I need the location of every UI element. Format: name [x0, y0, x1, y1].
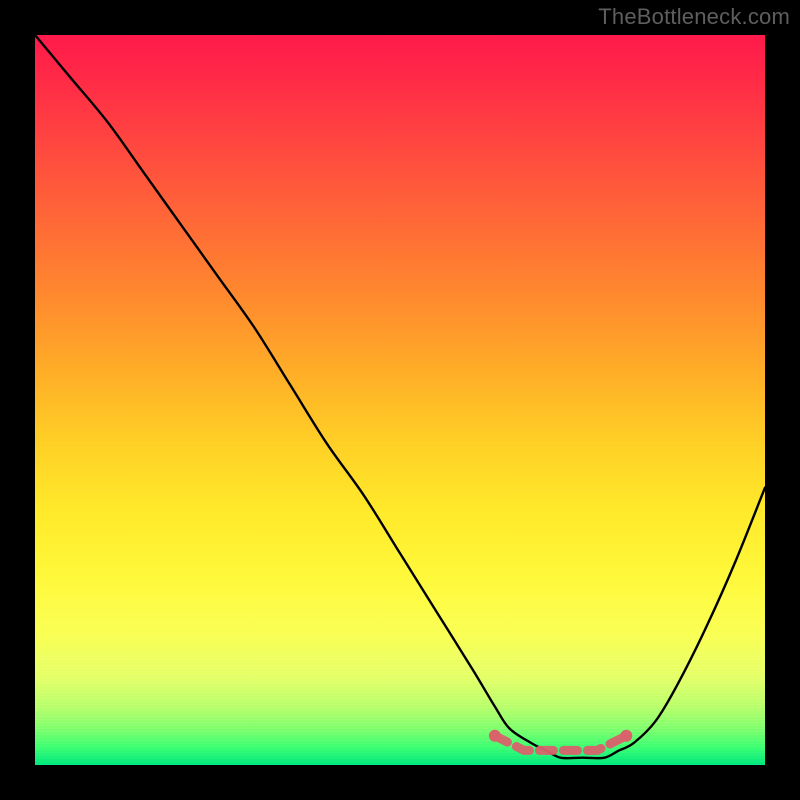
- watermark-text: TheBottleneck.com: [598, 4, 790, 30]
- curve-layer: [35, 35, 765, 765]
- optimal-band-path: [495, 736, 626, 751]
- optimal-band-endcap: [620, 730, 632, 742]
- optimal-band-markers: [489, 730, 632, 751]
- plot-area: [35, 35, 765, 765]
- bottleneck-curve-path: [35, 35, 765, 758]
- chart-frame: TheBottleneck.com: [0, 0, 800, 800]
- optimal-band-endcap: [489, 730, 501, 742]
